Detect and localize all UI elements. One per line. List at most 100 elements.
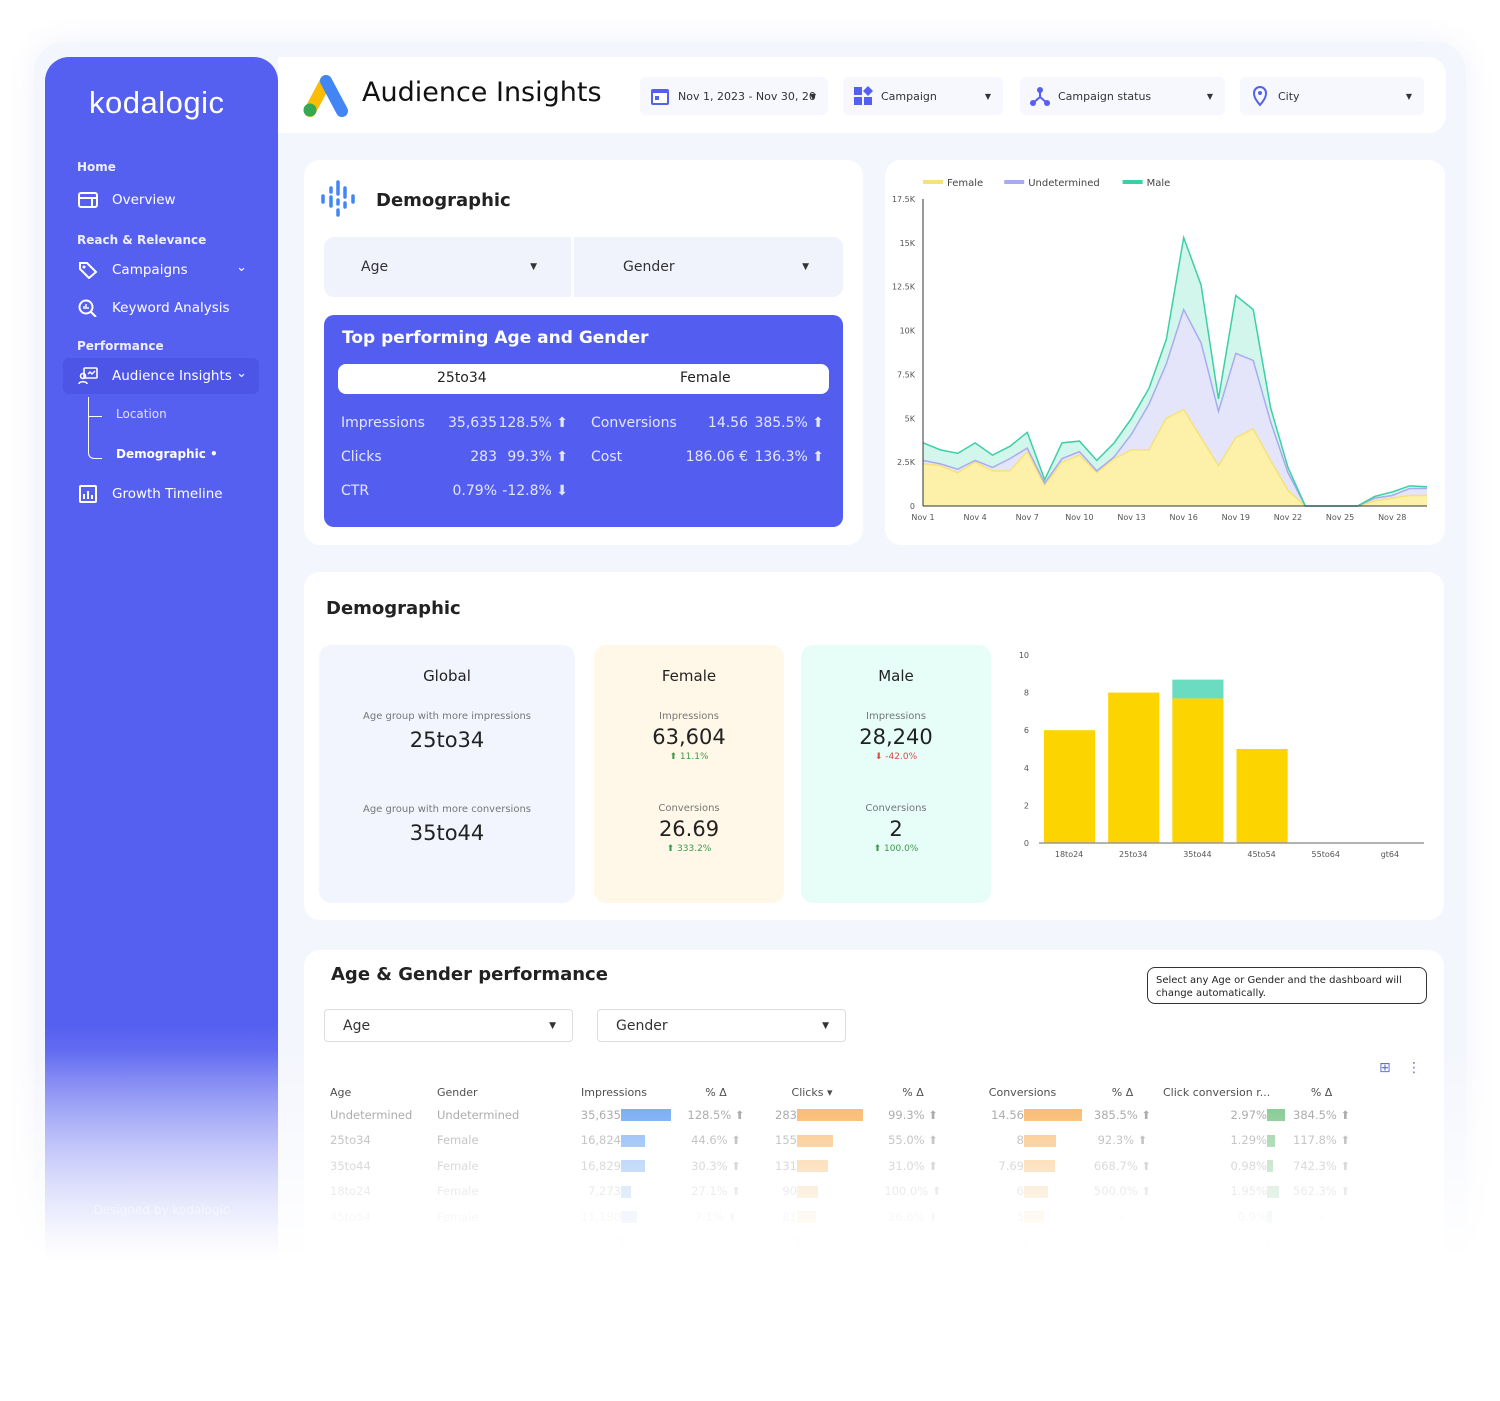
legend-label: Male — [1147, 178, 1171, 189]
metric-cell: 128.5% ⬆ — [498, 415, 568, 431]
column-header[interactable]: % Δ — [867, 1082, 959, 1102]
table-cell: 30.3% ⬆ — [691, 1158, 741, 1173]
filter-label: Nov 1, 2023 - Nov 30, 20 — [678, 89, 816, 103]
age-select[interactable]: Age ▼ — [324, 237, 571, 297]
section-performance: Performance — [77, 339, 164, 353]
x-tick-label: 55to64 — [1312, 850, 1340, 859]
cell-bar — [1267, 1109, 1285, 1121]
sidebar-item-overview[interactable]: Overview — [63, 182, 259, 218]
column-header[interactable]: Clicks ▾ — [757, 1082, 867, 1102]
age-select[interactable]: Age ▼ — [324, 1009, 573, 1042]
card-delta: ⬆ 100.0% — [873, 844, 919, 854]
table-cell: 0.9% — [1159, 1204, 1289, 1230]
column-header[interactable]: Conversions — [959, 1082, 1086, 1102]
y-tick-label: 4 — [1024, 764, 1029, 773]
column-header[interactable]: Click conversion r... — [1159, 1082, 1289, 1102]
header: Audience Insights Nov 1, 2023 - Nov 30, … — [278, 57, 1446, 133]
city-filter[interactable]: City ▼ — [1240, 77, 1424, 115]
gender-select[interactable]: Gender ▼ — [597, 1009, 846, 1042]
sidebar-subitem-demographic[interactable]: Demographic • — [116, 447, 218, 461]
table-cell: 0% — [1159, 1230, 1289, 1256]
cell-value: 131 — [775, 1158, 797, 1173]
table-cell: 742.3% ⬆ — [1293, 1158, 1351, 1173]
cell-value: 8 — [1016, 1133, 1024, 1148]
card-value: 28,240 — [859, 725, 933, 749]
sidebar-item-campaigns[interactable]: Campaigns ⌄ — [63, 252, 259, 288]
sidebar-item-audience-insights[interactable]: Audience Insights ⌄ — [63, 358, 259, 394]
table-cell: Undetermined — [437, 1107, 520, 1122]
column-header[interactable]: % Δ — [675, 1082, 757, 1102]
card-label: Conversions — [865, 803, 927, 814]
table-row[interactable]: 18to24 Female 7,273 27.1% ⬆ 90 100.0% ⬆ 6 500.0… — [326, 1179, 1354, 1205]
area-chart: 0 2.5K 5K 7.5K 10K 12.5K 15K 17.5K Nov 1 Nov 4 Nov… — [892, 178, 1428, 522]
chevron-down-icon[interactable]: ⌄ — [236, 260, 247, 275]
legend-swatch — [923, 180, 943, 184]
table-cell: 16,824 — [553, 1128, 675, 1154]
column-header[interactable]: Impressions — [553, 1082, 675, 1102]
column-header[interactable]: % Δ — [1086, 1082, 1159, 1102]
y-tick-label: 6 — [1024, 726, 1029, 735]
cell-value: 5 — [1016, 1209, 1024, 1224]
cell-bar — [797, 1109, 863, 1121]
search-chart-icon — [78, 299, 97, 317]
table-row[interactable]: 45to54 Female 11,180 7.1% ⬆ 81 26.6% ⬆ 5 - 0.9% - — [326, 1204, 1354, 1230]
metric-cell: 283 — [470, 449, 497, 465]
sidebar-item-keyword-analysis[interactable]: Keyword Analysis — [63, 290, 259, 326]
dropdown-arrow-icon: ▼ — [984, 91, 991, 101]
table-cell: 7.69 — [959, 1153, 1086, 1179]
table-cell: 81 — [757, 1204, 867, 1230]
table-cell: 100.0% ⬆ — [884, 1184, 942, 1199]
table-cell: 44.6% ⬆ — [691, 1133, 741, 1148]
x-tick-label: Nov 25 — [1326, 513, 1354, 522]
card-label: Impressions — [659, 711, 719, 722]
cell-value: 14.56 — [991, 1107, 1024, 1122]
cell-bar — [797, 1185, 818, 1198]
cell-bar — [1024, 1236, 1027, 1249]
metric-cell: Clicks — [341, 449, 382, 465]
impressions-area-chart-panel: 0 2.5K 5K 7.5K 10K 12.5K 15K 17.5K Nov 1 Nov 4 Nov… — [885, 160, 1445, 545]
table-cell: 1.95% — [1159, 1179, 1289, 1205]
table-row[interactable]: 55to64 Female 2,300 21.9% 4 19.5% 0 0% — [326, 1230, 1354, 1256]
table-cell: 26.6% ⬆ — [888, 1209, 938, 1224]
chart-explore-icon[interactable]: ⊞ — [1379, 1060, 1391, 1076]
table-cell: - — [1120, 1209, 1125, 1224]
age-bar-chart: 0 2 4 6 8 10 18to24 25to34 35to44 45to54 55to64 gt6… — [1019, 651, 1424, 859]
table-cell: Undetermined — [330, 1107, 413, 1122]
table-row[interactable]: Undetermined Undetermined 35,635 128.5% ⬆ 28… — [326, 1102, 1354, 1128]
table-cell: 25to34 — [330, 1133, 371, 1148]
select-label: Age — [361, 259, 389, 275]
gender-select[interactable]: Gender ▼ — [574, 237, 843, 297]
table-cell: 155 — [757, 1128, 867, 1154]
table-cell: 562.3% ⬆ — [1293, 1184, 1351, 1199]
column-header[interactable]: % Δ — [1289, 1082, 1354, 1102]
more-options-icon[interactable]: ⋮ — [1407, 1060, 1421, 1076]
sidebar-item-growth-timeline[interactable]: Growth Timeline — [63, 476, 259, 512]
date-range-filter[interactable]: Nov 1, 2023 - Nov 30, 20 ▼ — [640, 77, 828, 115]
widgets-icon — [854, 86, 873, 105]
column-header[interactable]: Age — [326, 1082, 433, 1102]
table-row[interactable]: 35to44 Female 16,829 30.3% ⬆ 131 31.0% ⬆ 7.69 6… — [326, 1153, 1354, 1179]
table-row[interactable]: 25to34 Female 16,824 44.6% ⬆ 155 55.0% ⬆ 8 92.3… — [326, 1128, 1354, 1154]
x-tick-label: gt64 — [1381, 850, 1399, 859]
table-cell: 0.98% — [1159, 1153, 1289, 1179]
cell-value: 11,180 — [580, 1209, 621, 1224]
select-label: Gender — [623, 259, 675, 275]
calendar-icon — [651, 89, 669, 105]
cell-value: 16,824 — [580, 1133, 621, 1148]
column-header[interactable]: Gender — [433, 1082, 553, 1102]
chevron-down-icon[interactable]: ⌄ — [236, 366, 247, 381]
y-tick-label: 0 — [1024, 839, 1029, 848]
table-cell: 128.5% ⬆ — [687, 1107, 745, 1122]
cell-value: 0% — [1248, 1235, 1267, 1250]
cell-bar — [1267, 1160, 1273, 1172]
card-title: Top performing Age and Gender — [342, 328, 649, 348]
legend-swatch — [1004, 180, 1025, 184]
dropdown-arrow-icon: ▼ — [1206, 91, 1213, 101]
table-cell: 283 — [757, 1102, 867, 1128]
campaign-filter[interactable]: Campaign ▼ — [843, 77, 1003, 115]
card-delta: ⬆ 11.1% — [669, 752, 709, 762]
sidebar-subitem-location[interactable]: Location — [116, 407, 167, 421]
card-delta: ⬇ -42.0% — [874, 752, 918, 762]
table-cell: 18to24 — [330, 1184, 371, 1199]
campaign-status-filter[interactable]: Campaign status ▼ — [1020, 77, 1225, 115]
